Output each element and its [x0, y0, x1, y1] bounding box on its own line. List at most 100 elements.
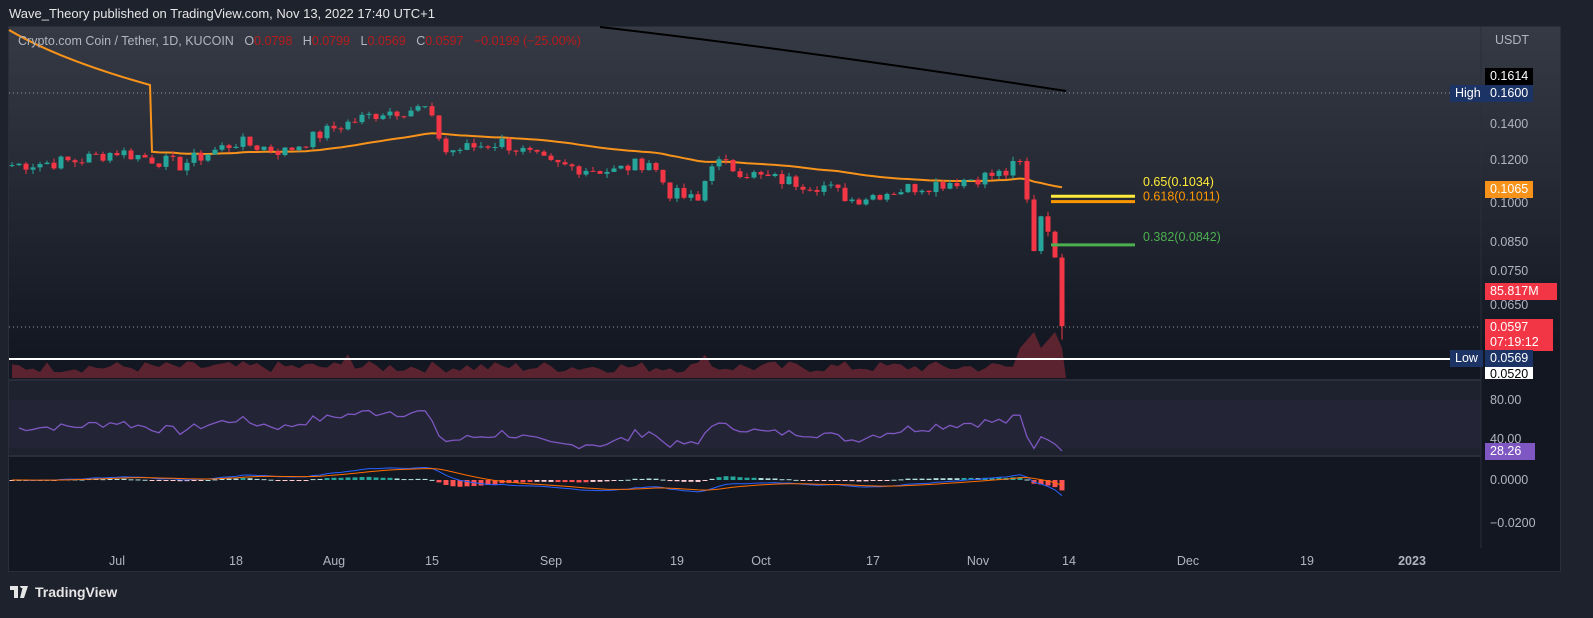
candle [506, 136, 512, 155]
candle [793, 174, 799, 191]
low-price-tag: 0.0569 [1485, 350, 1534, 367]
candle [366, 111, 372, 119]
candle [905, 183, 911, 193]
candle [443, 136, 449, 155]
price-tick: 0.0850 [1490, 234, 1529, 249]
candle [184, 158, 190, 176]
macd-histogram-bar [282, 480, 288, 481]
macd-histogram-bar [212, 479, 218, 481]
macd-histogram-bar [618, 479, 624, 481]
candle [198, 150, 204, 165]
tradingview-logo[interactable]: TradingView [10, 584, 117, 600]
candle [555, 159, 561, 167]
candle [527, 146, 533, 153]
macd-histogram-bar [786, 479, 792, 481]
candle [415, 104, 421, 112]
macd-histogram-bar [842, 480, 848, 481]
macd-histogram-bar [303, 480, 309, 481]
rsi-value-tag: 28.26 [1485, 443, 1535, 460]
low-tag: Low [1450, 350, 1483, 367]
macd-histogram-bar [940, 478, 946, 480]
candle [219, 142, 225, 152]
macd-histogram-bar [632, 478, 638, 480]
candle [982, 171, 988, 189]
symbol-name[interactable]: Crypto.com Coin / Tether, 1D, KUCOIN [18, 34, 234, 48]
candle [835, 184, 841, 192]
candle [877, 194, 883, 201]
candle [891, 192, 897, 195]
macd-histogram-bar [681, 480, 687, 482]
candle [639, 157, 645, 173]
macd-histogram-bar [534, 480, 540, 482]
macd-histogram-bar [674, 480, 680, 482]
macd-histogram-bar [317, 478, 323, 480]
candle [618, 165, 624, 170]
candle [611, 165, 617, 172]
high-value: 0.0799 [311, 34, 351, 48]
candle [674, 184, 680, 202]
candle [310, 131, 316, 150]
macd-histogram-bar [604, 480, 610, 482]
candle [1010, 156, 1016, 179]
macd-histogram-bar [884, 480, 890, 481]
macd-tick-0: 0.0000 [1490, 473, 1529, 487]
macd-histogram-bar [660, 479, 666, 481]
macd-histogram-bar [401, 479, 407, 481]
macd-histogram-bar [702, 480, 708, 481]
macd-histogram-bar [926, 478, 932, 480]
macd-histogram-bar [345, 477, 351, 480]
candle [604, 168, 610, 178]
candle [1038, 215, 1044, 255]
macd-histogram-bar [191, 480, 197, 481]
macd-histogram-bar [352, 477, 358, 480]
macd-signal-line [11, 468, 1063, 491]
candle [408, 107, 414, 117]
chart-canvas[interactable]: 0.65(0.1034)0.618(0.1011) 0.382(0.0842) [0, 0, 1593, 618]
time-tick: 14 [1062, 554, 1076, 568]
macd-histogram-bar [198, 480, 204, 481]
open-value: 0.0798 [254, 34, 293, 48]
candle [9, 162, 15, 167]
time-tick: Dec [1176, 554, 1200, 568]
macd-histogram-bar [261, 479, 267, 481]
time-tick: 18 [229, 554, 243, 568]
time-tick: Jul [109, 554, 125, 568]
candle [212, 146, 218, 155]
candle [324, 123, 330, 141]
candle [702, 180, 708, 203]
candle [786, 172, 792, 186]
candle [380, 113, 386, 121]
candle [114, 150, 120, 157]
time-tick: Oct [751, 554, 771, 568]
candle [177, 156, 183, 171]
macd-histogram-bar [310, 479, 316, 481]
macd-histogram-bar [772, 478, 778, 480]
macd-histogram-bar [408, 479, 414, 481]
candle [149, 154, 155, 164]
macd-histogram-bar [856, 480, 862, 482]
candle [100, 151, 106, 163]
candle [758, 170, 764, 179]
candle [338, 126, 344, 133]
candle [121, 147, 127, 159]
bar-countdown: 07:19:12 [1490, 335, 1539, 349]
time-tick: 2023 [1398, 554, 1426, 568]
macd-histogram-bar [639, 478, 645, 480]
macd-histogram-bar [226, 478, 232, 480]
macd-histogram-bar [597, 480, 603, 482]
candle [359, 111, 365, 125]
macd-histogram-bar [128, 479, 134, 481]
candle [485, 144, 491, 150]
candle [51, 158, 57, 171]
candle [86, 151, 92, 163]
candle [975, 176, 981, 188]
ma200-line [599, 26, 1067, 92]
candle [625, 164, 631, 176]
candle [478, 142, 484, 149]
time-tick: Nov [966, 554, 990, 568]
macd-histogram-bar [366, 476, 372, 480]
macd-histogram-bar [478, 480, 484, 486]
candle [436, 115, 442, 141]
candle [919, 189, 925, 195]
macd-histogram-bar [590, 480, 596, 482]
